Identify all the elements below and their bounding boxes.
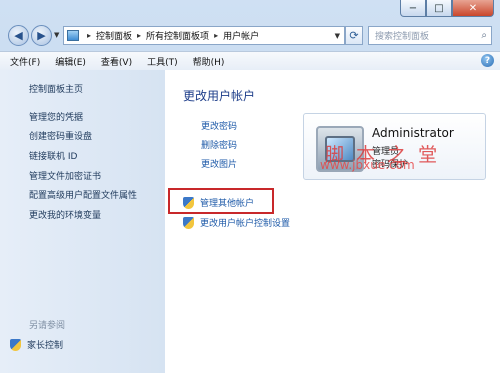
user-name: Administrator: [372, 126, 454, 140]
navigation-bar: ◀ ▶ ▼ ▸ 控制面板 ▸ 所有控制面板项 ▸ 用户帐户 ▼ ⟳ 搜索控制面板…: [0, 24, 500, 49]
shield-icon: [10, 338, 21, 351]
remove-password-link[interactable]: 删除密码: [201, 138, 237, 151]
menu-file[interactable]: 文件(F): [0, 55, 45, 68]
recent-pages-dropdown[interactable]: ▼: [54, 31, 59, 39]
sidebar-item-home[interactable]: 控制面板主页: [29, 82, 83, 95]
manage-other-accounts-label: 管理其他帐户: [200, 199, 255, 209]
change-picture-link[interactable]: 更改图片: [201, 157, 237, 170]
uac-settings-link[interactable]: 更改用户帐户控制设置: [183, 216, 290, 229]
help-icon[interactable]: ?: [481, 54, 494, 67]
shield-icon: [183, 196, 194, 209]
see-also-heading: 另请参阅: [29, 321, 66, 331]
manage-other-accounts-link[interactable]: 管理其他帐户: [183, 196, 254, 209]
sidebar-item-parental-controls[interactable]: 家长控制: [10, 338, 63, 351]
menu-view[interactable]: 查看(V): [91, 55, 137, 68]
back-button[interactable]: ◀: [8, 25, 29, 46]
sidebar-item-credentials[interactable]: 管理您的凭据: [29, 110, 83, 123]
breadcrumb-all-items[interactable]: 所有控制面板项: [146, 29, 209, 42]
chevron-right-icon[interactable]: ▸: [214, 31, 218, 40]
menu-help[interactable]: 帮助(H): [183, 55, 230, 68]
titlebar: − □ ✕: [0, 0, 500, 22]
maximize-button[interactable]: □: [426, 0, 452, 17]
window: − □ ✕ ◀ ▶ ▼ ▸ 控制面板 ▸ 所有控制面板项 ▸ 用户帐户 ▼ ⟳ …: [0, 0, 500, 373]
sidebar-item-online-id[interactable]: 链接联机 ID: [29, 149, 77, 162]
close-button[interactable]: ✕: [452, 0, 494, 17]
sidebar: 控制面板主页 管理您的凭据 创建密码重设盘 链接联机 ID 管理文件加密证书 配…: [0, 70, 165, 373]
search-icon[interactable]: ⌕: [481, 30, 487, 41]
main-content: 更改用户帐户 更改密码 删除密码 更改图片 管理其他帐户 更改用户帐户控制设置 …: [165, 70, 500, 373]
search-input[interactable]: 搜索控制面板 ⌕: [368, 26, 492, 45]
uac-settings-label: 更改用户帐户控制设置: [200, 219, 291, 229]
page-title: 更改用户帐户: [183, 89, 256, 103]
refresh-button[interactable]: ⟳: [345, 26, 363, 45]
minimize-button[interactable]: −: [400, 0, 426, 17]
chevron-right-icon[interactable]: ▸: [137, 31, 141, 40]
sidebar-item-encryption-certs[interactable]: 管理文件加密证书: [29, 169, 101, 182]
watermark-url: www.jbxue.com: [320, 158, 415, 172]
chevron-right-icon[interactable]: ▸: [87, 31, 91, 40]
control-panel-icon: [67, 30, 79, 41]
parental-controls-label: 家长控制: [27, 341, 64, 351]
breadcrumb-user-accounts[interactable]: 用户帐户: [223, 29, 259, 42]
sidebar-item-profile-properties[interactable]: 配置高级用户配置文件属性: [29, 188, 137, 201]
window-controls: − □ ✕: [400, 0, 494, 17]
forward-button[interactable]: ▶: [31, 25, 52, 46]
menu-edit[interactable]: 编辑(E): [45, 55, 91, 68]
sidebar-item-reset-disk[interactable]: 创建密码重设盘: [29, 129, 92, 142]
menu-tools[interactable]: 工具(T): [137, 55, 183, 68]
change-password-link[interactable]: 更改密码: [201, 119, 237, 132]
address-bar[interactable]: ▸ 控制面板 ▸ 所有控制面板项 ▸ 用户帐户 ▼: [63, 26, 345, 45]
search-placeholder: 搜索控制面板: [375, 32, 430, 42]
chevron-down-icon[interactable]: ▼: [335, 32, 340, 40]
shield-icon: [183, 216, 194, 229]
sidebar-item-env-variables[interactable]: 更改我的环境变量: [29, 208, 101, 221]
menu-bar: 文件(F) 编辑(E) 查看(V) 工具(T) 帮助(H) ?: [0, 51, 500, 71]
breadcrumb-control-panel[interactable]: 控制面板: [96, 29, 132, 42]
